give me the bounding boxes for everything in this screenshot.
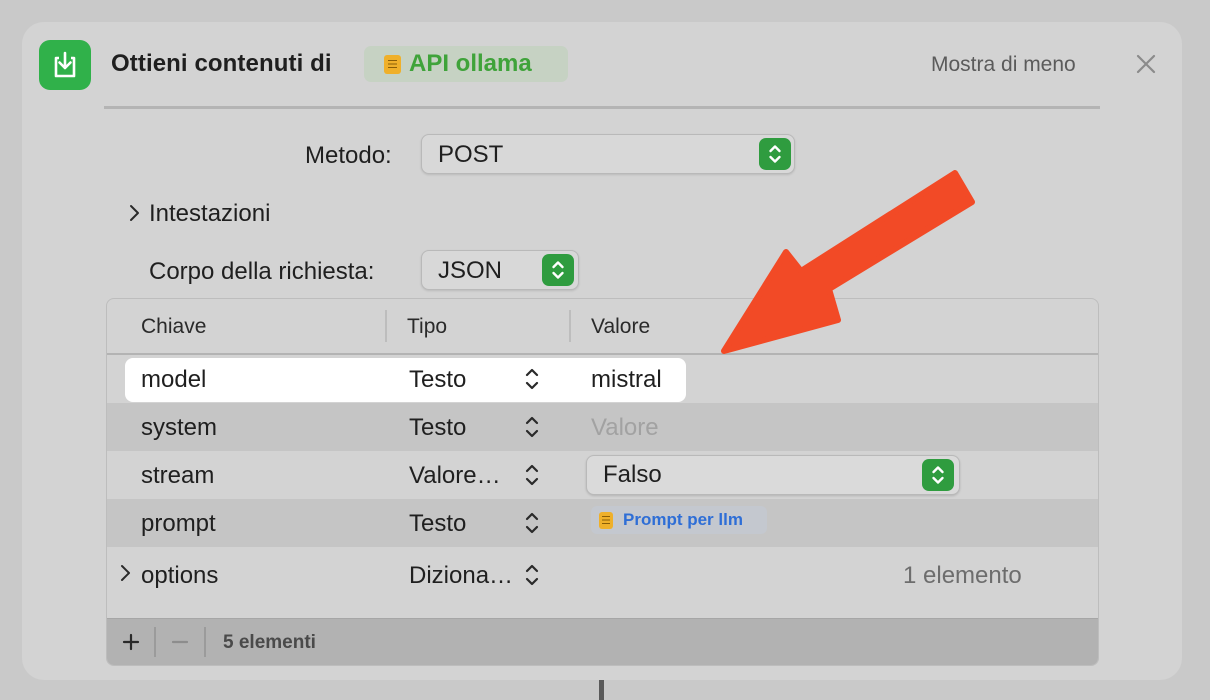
row-type[interactable]: Testo [409, 414, 466, 442]
type-updown-icon[interactable] [523, 562, 541, 588]
table-row[interactable]: model Testo mistral [107, 355, 1098, 403]
row-key[interactable]: model [141, 366, 206, 394]
type-updown-icon[interactable] [523, 462, 541, 488]
row-key[interactable]: stream [141, 462, 214, 490]
header-divider [104, 106, 1100, 109]
request-body-value: JSON [438, 257, 503, 284]
document-variable-icon [384, 54, 401, 74]
plus-icon [122, 633, 140, 651]
url-variable-label: API ollama [409, 50, 532, 77]
request-body-label: Corpo della richiesta: [149, 258, 375, 285]
action-title: Ottieni contenuti di [111, 50, 332, 77]
prompt-variable-label: Prompt per llm [623, 510, 743, 529]
minus-icon [171, 640, 189, 644]
column-separator[interactable] [569, 310, 571, 342]
url-variable-chip[interactable]: API ollama [364, 46, 568, 82]
table-row[interactable]: options Diziona… 1 elemento [107, 549, 1098, 601]
row-key[interactable]: system [141, 414, 217, 442]
method-value: POST [438, 141, 504, 168]
show-less-button[interactable]: Mostra di meno [931, 53, 1076, 77]
item-count: 5 elementi [223, 632, 316, 653]
row-value[interactable]: mistral [591, 366, 662, 394]
dictionary-count: 1 elemento [903, 562, 1022, 589]
annotation-arrow-icon [721, 170, 975, 354]
request-body-select[interactable]: JSON [421, 250, 579, 290]
table-row[interactable]: system Testo Valore [107, 403, 1098, 451]
row-value-placeholder[interactable]: Valore [591, 414, 659, 442]
row-type[interactable]: Testo [409, 510, 466, 538]
download-icon [39, 40, 91, 90]
row-type[interactable]: Valore… [409, 462, 501, 490]
remove-row-button[interactable] [165, 627, 195, 657]
boolean-select[interactable]: Falso [586, 455, 960, 495]
table-footer: 5 elementi [107, 618, 1098, 665]
column-header-value: Valore [591, 315, 651, 338]
boolean-value: Falso [603, 461, 662, 488]
document-variable-icon [599, 511, 613, 529]
row-key[interactable]: prompt [141, 510, 216, 538]
chevron-right-icon[interactable] [119, 563, 133, 583]
table-row[interactable]: prompt Testo Prompt per llm [107, 499, 1098, 547]
action-connector [599, 680, 604, 700]
type-updown-icon[interactable] [523, 414, 541, 440]
column-header-type: Tipo [407, 315, 448, 338]
headers-disclosure[interactable]: Intestazioni [149, 200, 270, 228]
row-key[interactable]: options [141, 562, 218, 590]
add-row-button[interactable] [116, 627, 146, 657]
chevron-right-icon[interactable] [128, 203, 142, 228]
method-updown-icon [759, 138, 791, 170]
type-updown-icon[interactable] [523, 510, 541, 536]
close-icon[interactable] [1134, 52, 1158, 76]
table-row[interactable]: stream Valore… Falso [107, 451, 1098, 499]
prompt-variable-chip[interactable]: Prompt per llm [591, 506, 767, 534]
row-type[interactable]: Testo [409, 366, 466, 394]
footer-separator [204, 627, 206, 657]
method-label: Metodo: [305, 142, 392, 169]
method-select[interactable]: POST [421, 134, 795, 174]
boolean-updown-icon [922, 459, 954, 491]
type-updown-icon[interactable] [523, 366, 541, 392]
column-header-key: Chiave [141, 315, 207, 338]
footer-separator [154, 627, 156, 657]
body-updown-icon [542, 254, 574, 286]
row-type[interactable]: Diziona… [409, 562, 513, 590]
column-separator[interactable] [385, 310, 387, 342]
